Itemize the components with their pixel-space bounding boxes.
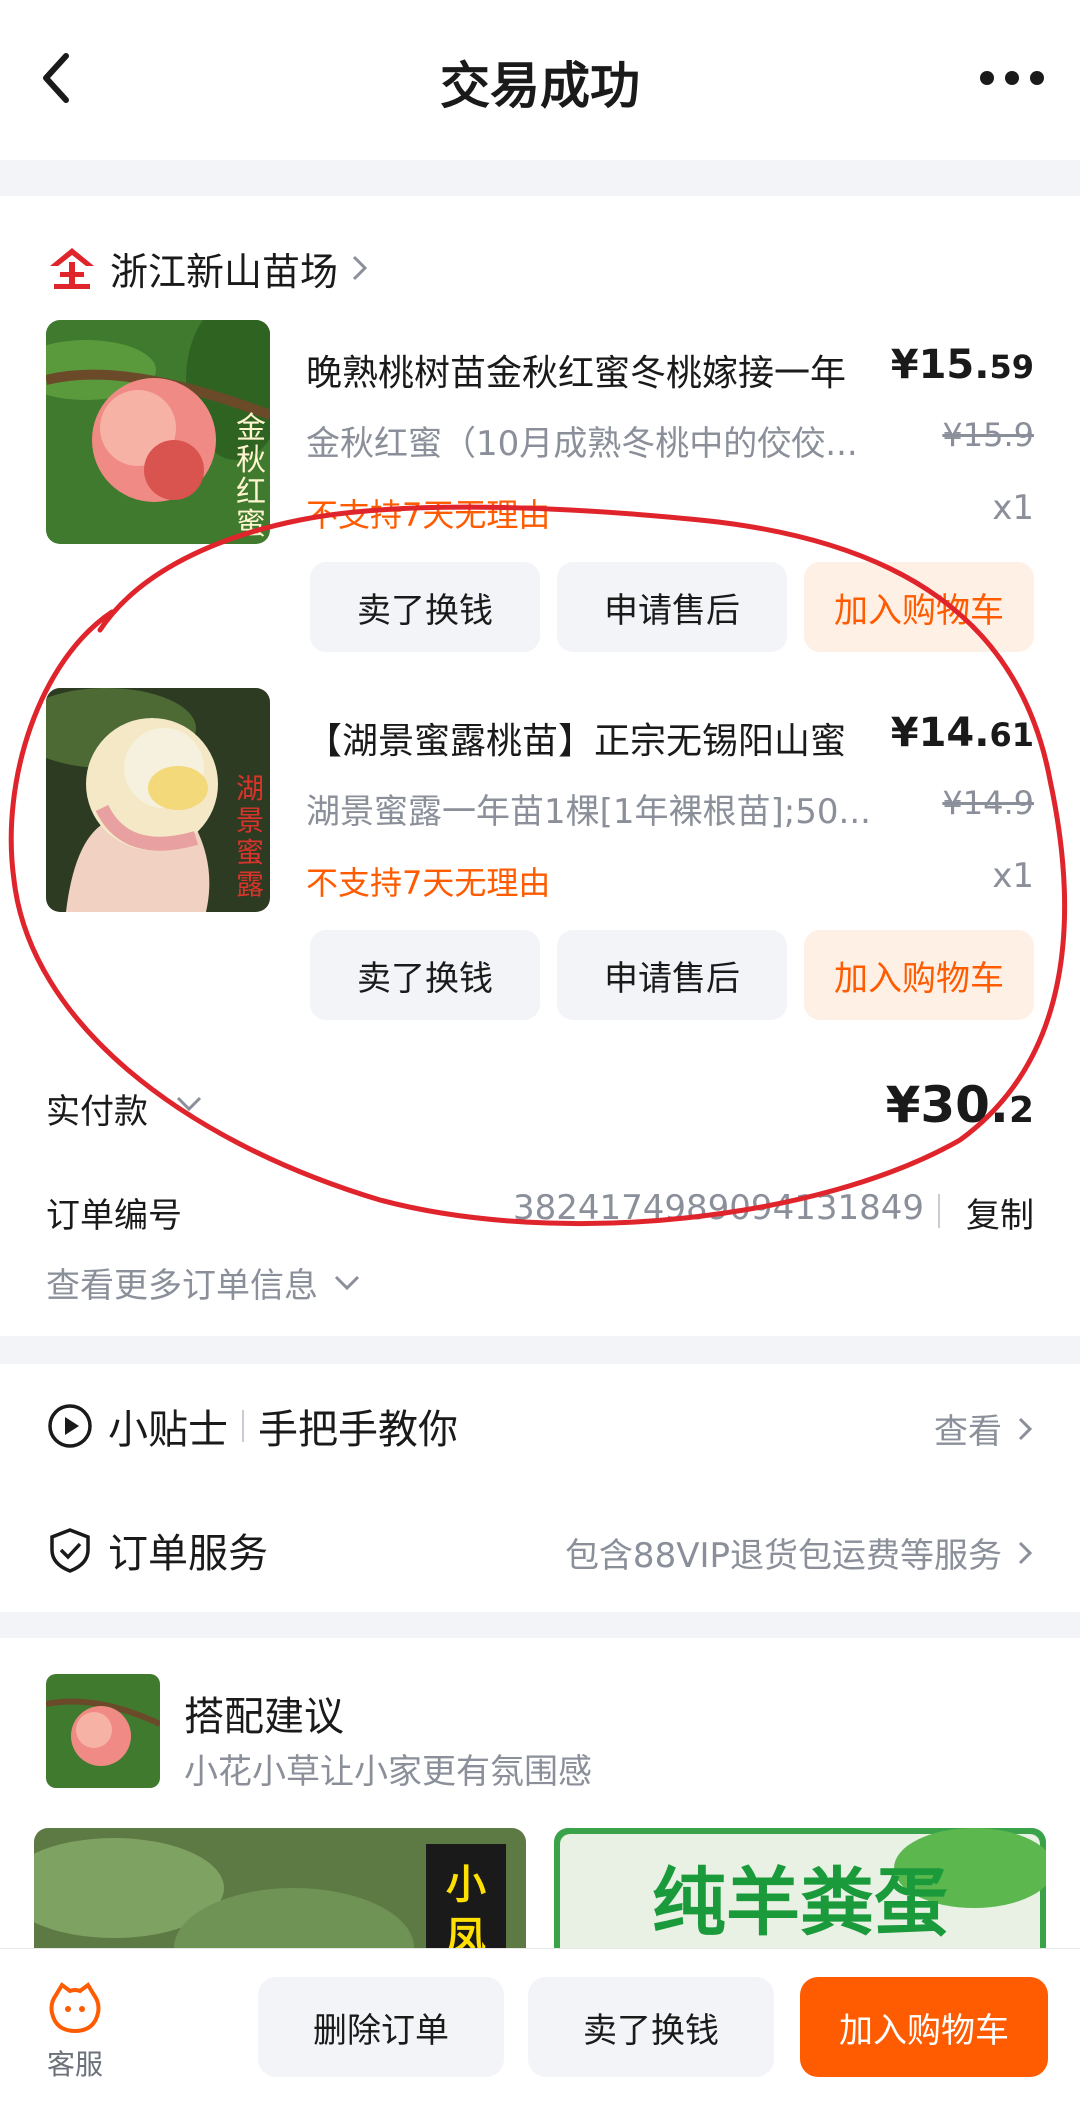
customer-service-icon	[49, 1982, 101, 2034]
after-sales-button[interactable]: 申请售后	[557, 562, 787, 652]
svg-text:秋: 秋	[236, 443, 266, 478]
tips-label: 小贴士	[108, 1407, 228, 1453]
shield-check-icon	[50, 1528, 90, 1573]
add-to-cart-button[interactable]: 加入购物车	[804, 930, 1034, 1020]
copy-button[interactable]: 复制	[966, 1188, 1034, 1237]
product-variant[interactable]: 金秋红蜜（10月成熟冬桃中的佼佼...	[306, 416, 906, 465]
svg-text:湖: 湖	[236, 772, 264, 805]
item-actions: 卖了换钱 申请售后 加入购物车	[310, 562, 1034, 652]
shop-badge-icon	[50, 248, 94, 289]
more-options-icon[interactable]	[980, 60, 1044, 96]
quantity: x1	[992, 488, 1034, 528]
order-service-label: 订单服务	[108, 1531, 268, 1577]
order-card: 浙江新山苗场 金 秋 红 蜜 晚熟桃树苗金秋红蜜冬桃嫁接一年 ¥15.59 金秋…	[0, 196, 1080, 1336]
chevron-right-icon	[1018, 1541, 1033, 1564]
bottom-action-bar: 客服 删除订单 卖了换钱 加入购物车	[0, 1948, 1080, 2118]
chevron-right-icon	[1018, 1417, 1033, 1440]
tips-row[interactable]: 小贴士 手把手教你 查看	[46, 1396, 1034, 1456]
tips-view-link[interactable]: 查看	[934, 1404, 1034, 1453]
product-thumbnail[interactable]: 湖 景 蜜 露	[46, 688, 270, 912]
more-order-info-label: 查看更多订单信息	[46, 1266, 318, 1306]
product-name[interactable]: 晚熟桃树苗金秋红蜜冬桃嫁接一年	[306, 344, 906, 396]
return-policy-warning: 不支持7天无理由	[306, 864, 551, 902]
product-thumbnail[interactable]: 金 秋 红 蜜	[46, 320, 270, 544]
recommendation-thumbnail[interactable]	[46, 1674, 160, 1788]
chevron-down-icon	[176, 1096, 202, 1112]
svg-text:景: 景	[236, 804, 264, 837]
resell-button[interactable]: 卖了换钱	[310, 930, 540, 1020]
resell-button[interactable]: 卖了换钱	[310, 562, 540, 652]
divider	[938, 1194, 940, 1228]
product-variant[interactable]: 湖景蜜露一年苗1棵[1年裸根苗];50...	[306, 784, 906, 833]
item-actions: 卖了换钱 申请售后 加入购物车	[310, 930, 1034, 1020]
order-number-row: 订单编号 3824174989094131849 复制	[46, 1188, 1034, 1238]
payment-label: 实付款	[46, 1092, 148, 1132]
divider	[242, 1410, 244, 1442]
recommendation-subtitle: 小花小草让小家更有氛围感	[184, 1752, 592, 1792]
svg-text:小: 小	[446, 1862, 486, 1908]
payment-row[interactable]: 实付款 ¥30.2	[46, 1076, 1034, 1136]
order-service-row[interactable]: 订单服务 包含88VIP退货包运费等服务	[46, 1520, 1034, 1580]
order-number-label: 订单编号	[46, 1196, 182, 1236]
order-item: 湖 景 蜜 露 【湖景蜜露桃苗】正宗无锡阳山蜜 ¥14.61 湖景蜜露一年苗1棵…	[0, 688, 1080, 1048]
svg-text:纯羊粪蛋: 纯羊粪蛋	[652, 1860, 948, 1946]
customer-service-label: 客服	[46, 2048, 103, 2081]
payment-amount: ¥30.2	[885, 1076, 1034, 1134]
svg-text:露: 露	[236, 868, 264, 901]
add-to-cart-button[interactable]: 加入购物车	[800, 1977, 1048, 2077]
shop-name: 浙江新山苗场	[110, 249, 339, 294]
svg-text:蜜: 蜜	[236, 836, 264, 869]
services-card: 小贴士 手把手教你 查看 订单服务 包含88VIP退货包运费等服务	[0, 1364, 1080, 1612]
order-service-desc[interactable]: 包含88VIP退货包运费等服务	[565, 1528, 1034, 1577]
original-price: ¥15.9	[942, 416, 1034, 454]
chevron-right-icon	[352, 255, 368, 281]
after-sales-button[interactable]: 申请售后	[557, 930, 787, 1020]
shop-link[interactable]: 浙江新山苗场	[46, 240, 370, 296]
svg-text:红: 红	[236, 475, 266, 510]
product-price: ¥14.61	[890, 710, 1034, 756]
product-price: ¥15.59	[890, 342, 1034, 388]
customer-service-button[interactable]: 客服	[40, 1981, 110, 2083]
thumb-label: 金	[236, 411, 266, 446]
chevron-down-icon	[334, 1275, 360, 1290]
order-number: 3824174989094131849	[512, 1188, 924, 1228]
add-to-cart-button[interactable]: 加入购物车	[804, 562, 1034, 652]
svg-text:蜜: 蜜	[236, 507, 266, 542]
order-item: 金 秋 红 蜜 晚熟桃树苗金秋红蜜冬桃嫁接一年 ¥15.59 金秋红蜜（10月成…	[0, 320, 1080, 680]
product-name[interactable]: 【湖景蜜露桃苗】正宗无锡阳山蜜	[306, 712, 906, 764]
page-title: 交易成功	[440, 57, 640, 115]
return-policy-warning: 不支持7天无理由	[306, 496, 551, 534]
quantity: x1	[992, 856, 1034, 896]
original-price: ¥14.9	[942, 784, 1034, 822]
delete-order-button[interactable]: 删除订单	[258, 1977, 504, 2077]
recommendation-title: 搭配建议	[184, 1694, 344, 1740]
play-icon	[48, 1404, 92, 1448]
resell-button[interactable]: 卖了换钱	[528, 1977, 774, 2077]
tips-subtitle: 手把手教你	[258, 1407, 458, 1453]
more-order-info[interactable]: 查看更多订单信息	[46, 1258, 362, 1307]
header-bar: 交易成功	[0, 0, 1080, 160]
